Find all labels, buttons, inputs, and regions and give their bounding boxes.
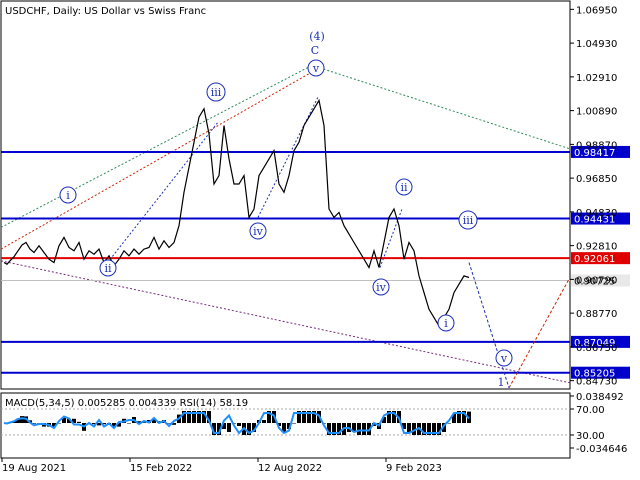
x-tick-label: 15 Feb 2022 — [130, 463, 192, 474]
symbol: USDCHF — [5, 6, 47, 17]
y-tick-label: 0.92810 — [576, 242, 617, 253]
macd-bar — [262, 420, 266, 423]
macd-bar — [237, 423, 241, 426]
y-tick-label: 1.02910 — [576, 73, 617, 84]
macd-bar — [357, 423, 361, 435]
wave-label: ii — [104, 262, 112, 275]
y-tick-label: 0.86750 — [576, 343, 617, 354]
wave-label: iv — [376, 281, 387, 294]
x-tick-label: 12 Aug 2022 — [258, 463, 322, 474]
macd-readout: MACD(5,34,5) 0.005285 0.004339 — [5, 398, 176, 409]
macd-bar — [227, 423, 231, 432]
wave-label: i — [444, 317, 448, 330]
wave-label: 1 — [498, 376, 505, 389]
macd-bar — [407, 423, 411, 432]
usdchf-daily-chart: USDCHF, Daily: US Dollar vs Swiss Franc … — [0, 0, 630, 474]
y-tick-label: 0.90790 — [576, 275, 617, 286]
wave-label: iii — [463, 214, 474, 227]
wave-label: i — [66, 189, 70, 202]
macd-bar — [77, 421, 81, 423]
macd-bar — [362, 423, 366, 435]
indicator-tick-label: -0.034646 — [576, 444, 627, 455]
time-axis: 19 Aug 2021 15 Feb 2022 12 Aug 2022 9 Feb 2… — [1, 458, 442, 474]
indicator-tick-label: 70.00 — [576, 405, 605, 416]
wave-label: ii — [400, 181, 408, 194]
y-tick-label: 0.98870 — [576, 140, 617, 151]
price-axis: 1.06950 1.04930 1.02910 1.00890 0.98870 0.968… — [570, 5, 617, 388]
wave-label: iv — [253, 225, 264, 238]
y-tick-label: 0.96850 — [576, 174, 617, 185]
wave-label: v — [312, 62, 320, 75]
y-tick-label: 0.88770 — [576, 309, 617, 320]
price-level-label: 0.92061 — [574, 254, 615, 265]
description: US Dollar vs Swiss Franc — [84, 6, 206, 17]
y-tick-label: 1.06950 — [576, 5, 617, 16]
x-tick-label: 19 Aug 2021 — [2, 463, 66, 474]
wave-label: v — [500, 352, 508, 365]
y-tick-label: 0.94830 — [576, 208, 617, 219]
y-tick-label: 1.00890 — [576, 107, 617, 118]
macd-bar — [127, 423, 131, 424]
rsi-readout: RSI(14) 58.19 — [180, 398, 249, 409]
indicator-tick-label: 0.038492 — [576, 392, 624, 403]
indicator-tick-label: 30.00 — [576, 431, 605, 442]
indicator-header: MACD(5,34,5) 0.005285 0.004339 RSI(14) 5… — [5, 398, 248, 409]
wave-label: (4) — [309, 30, 325, 43]
wave-label: C — [311, 44, 319, 57]
x-tick-label: 9 Feb 2023 — [386, 463, 442, 474]
timeframe: Daily — [53, 6, 78, 17]
price-panel — [0, 0, 571, 390]
y-tick-label: 1.04930 — [576, 39, 617, 50]
chart-header: USDCHF, Daily: US Dollar vs Swiss Franc — [5, 6, 206, 17]
wave-label: iii — [211, 86, 222, 99]
macd-bar — [292, 423, 296, 424]
y-tick-label: 0.84730 — [576, 377, 617, 388]
